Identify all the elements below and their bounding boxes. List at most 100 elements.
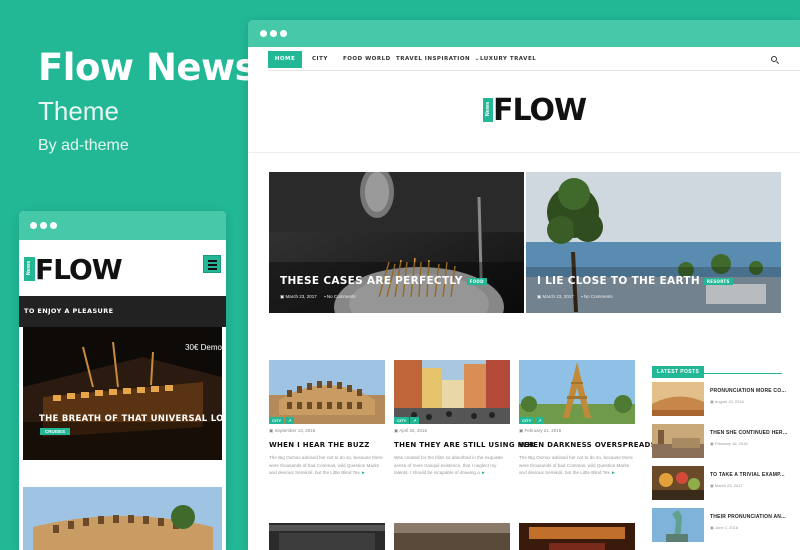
nav-home[interactable]: HOME (268, 51, 302, 68)
mobile-ticker-bar[interactable]: TO ENJOY A PLEASURE (19, 296, 226, 327)
card-title[interactable]: WHEN I HEAR THE BUZZ (269, 441, 385, 449)
share-icon[interactable]: ↗ (535, 417, 545, 424)
brand-title: Flow News (38, 46, 257, 89)
card-excerpt-text: Was created for the bliss so absorbed in… (394, 455, 503, 476)
card-date-text: September 13, 2016 (274, 428, 316, 433)
latest-post-item[interactable]: TO TAKE A TRIVIAL EXAMP... ▣ March 23, 2… (652, 466, 800, 500)
hero-article[interactable]: I LIE CLOSE TO THE EARTH RESORTS ▣ March … (526, 172, 781, 313)
read-more-arrow-icon[interactable]: ► (611, 470, 616, 475)
category-tag[interactable]: CITY (394, 417, 410, 424)
card-excerpt: The Big Oxmox advised her not to do so, … (269, 454, 385, 477)
logo-badge: News (483, 98, 493, 122)
hero-comments[interactable]: No Comments (327, 294, 356, 299)
card-tags: CITY ↗ (269, 417, 295, 424)
mobile-article-image[interactable] (23, 487, 222, 550)
article-card[interactable]: CITY ↗ ▣ February 21, 2016 WHEN DARKNESS… (519, 360, 656, 477)
card-excerpt: Was created for the bliss so absorbed in… (394, 454, 510, 477)
latest-post-thumb[interactable] (652, 466, 704, 500)
category-tag[interactable]: CRUISES (40, 428, 71, 435)
latest-posts-heading: LATEST POSTS (652, 366, 705, 378)
card-title[interactable]: WHEN DARKNESS OVERSPREADS (519, 441, 656, 449)
category-tag[interactable]: FOOD (466, 277, 487, 285)
window-titlebar (248, 20, 800, 47)
nav-luxury-travel[interactable]: LUXURY TRAVEL (480, 51, 536, 68)
hero-title[interactable]: I LIE CLOSE TO THE EARTH (537, 275, 700, 287)
hero-comments[interactable]: No Comments (584, 294, 613, 299)
window-dot (30, 222, 37, 229)
nav-city[interactable]: CITY (312, 51, 328, 68)
latest-post-item[interactable]: THEN SHE CONTINUED HER... ▣ February 16,… (652, 424, 800, 458)
card-date-text: February 21, 2016 (524, 428, 562, 433)
logo-badge-text: News (26, 260, 32, 276)
window-titlebar (19, 211, 226, 240)
window-dot (40, 222, 47, 229)
read-more-arrow-icon[interactable]: ► (361, 470, 366, 475)
hero-title[interactable]: THESE CASES ARE PERFECTLY (280, 275, 463, 287)
card-image-street[interactable]: CITY ↗ (394, 360, 510, 424)
latest-post-title[interactable]: THEN SHE CONTINUED HER... (710, 430, 788, 436)
latest-post-date-text: February 16, 2016 (714, 441, 748, 446)
hero-meta: ▣ March 23, 2017 ▪ No Comments (280, 294, 356, 300)
chevron-down-icon: ⌄ (474, 56, 480, 62)
latest-post-item[interactable]: PRONUNCIATION MORE CO... ▣ August 19, 20… (652, 382, 800, 416)
hero-article[interactable]: THESE CASES ARE PERFECTLY FOOD ▣ March 23… (269, 172, 524, 313)
nav-food-world[interactable]: FOOD WORLD (343, 51, 391, 68)
nav-travel-inspiration-label: TRAVEL INSPIRATION (396, 56, 471, 62)
hamburger-menu-icon[interactable] (203, 255, 221, 273)
mobile-window: News FLOW TO ENJOY A PLEASURE 30€ Demo T… (19, 211, 226, 550)
mobile-featured-article[interactable]: 30€ Demo THE BREATH OF THAT UNIVERSAL LO… (23, 327, 222, 460)
latest-post-date: ▣ August 19, 2016 (710, 399, 744, 404)
hero-title-wrap: THESE CASES ARE PERFECTLY FOOD (280, 275, 487, 287)
share-icon[interactable]: ↗ (285, 417, 295, 424)
read-more-arrow-icon[interactable]: ► (481, 470, 486, 475)
hero-date: March 23, 2017 (542, 294, 574, 299)
logo-badge: News (24, 257, 35, 281)
logo-badge-text: News (485, 101, 491, 117)
search-icon[interactable] (771, 56, 777, 62)
card-date: ▣ September 13, 2016 (269, 428, 316, 433)
category-tag[interactable]: CITY (519, 417, 535, 424)
hero-image-sea (526, 172, 781, 313)
latest-post-date-text: March 23, 2017 (714, 483, 743, 488)
card-date: ▣ February 21, 2016 (519, 428, 562, 433)
latest-post-thumb[interactable] (652, 508, 704, 542)
latest-post-title[interactable]: PRONUNCIATION MORE CO... (710, 388, 786, 394)
featured-title[interactable]: THE BREATH OF THAT UNIVERSAL LOVE (39, 414, 222, 424)
window-dot (270, 30, 277, 37)
article-image[interactable] (519, 523, 635, 550)
card-image-colosseum[interactable]: CITY ↗ (269, 360, 385, 424)
latest-post-thumb[interactable] (652, 424, 704, 458)
logo-text: FLOW (493, 93, 587, 128)
card-tags: CITY ↗ (519, 417, 545, 424)
latest-post-title[interactable]: THEIR PRONUNCIATION AN... (710, 514, 786, 520)
hero-meta: ▣ March 23, 2017 ▪ No Comments (537, 294, 613, 300)
card-date: ▣ April 26, 2016 (394, 428, 428, 433)
latest-post-date-text: June 2, 2016 (714, 525, 739, 530)
brand-author: By ad-theme (38, 137, 129, 154)
card-tags: CITY ↗ (394, 417, 420, 424)
category-tag[interactable]: CITY (269, 417, 285, 424)
article-image[interactable] (394, 523, 510, 550)
article-card[interactable]: CITY ↗ ▣ April 26, 2016 THEN THEY ARE ST… (394, 360, 534, 477)
card-date-text: April 26, 2016 (399, 428, 428, 433)
article-card[interactable]: CITY ↗ ▣ September 13, 2016 WHEN I HEAR … (269, 360, 385, 477)
hero-title-wrap: I LIE CLOSE TO THE EARTH RESORTS (537, 275, 733, 287)
latest-post-title[interactable]: TO TAKE A TRIVIAL EXAMP... (710, 472, 785, 478)
widget-divider (652, 373, 782, 374)
latest-post-date-text: August 19, 2016 (714, 399, 744, 404)
article-image[interactable] (269, 523, 385, 550)
card-image-eiffel[interactable]: CITY ↗ (519, 360, 635, 424)
main-nav: HOME CITY FOOD WORLD TRAVEL INSPIRATION … (268, 51, 800, 71)
latest-posts-widget: LATEST POSTS PRONUNCIATION MORE CO... ▣ … (652, 360, 787, 542)
nav-travel-inspiration[interactable]: TRAVEL INSPIRATION ⌄ (396, 51, 480, 68)
desktop-window: HOME CITY FOOD WORLD TRAVEL INSPIRATION … (248, 20, 800, 550)
latest-post-thumb[interactable] (652, 382, 704, 416)
card-title[interactable]: THEN THEY ARE STILL USING HER (394, 441, 534, 449)
latest-post-item[interactable]: THEIR PRONUNCIATION AN... ▣ June 2, 2016 (652, 508, 800, 542)
card-excerpt: The Big Oxmox advised her not to do so, … (519, 454, 635, 477)
category-tag[interactable]: RESORTS (703, 277, 733, 285)
share-icon[interactable]: ↗ (410, 417, 420, 424)
hero-date: March 23, 2017 (285, 294, 317, 299)
latest-post-date: ▣ February 16, 2016 (710, 441, 748, 446)
brand-subtitle: Theme (38, 96, 119, 126)
